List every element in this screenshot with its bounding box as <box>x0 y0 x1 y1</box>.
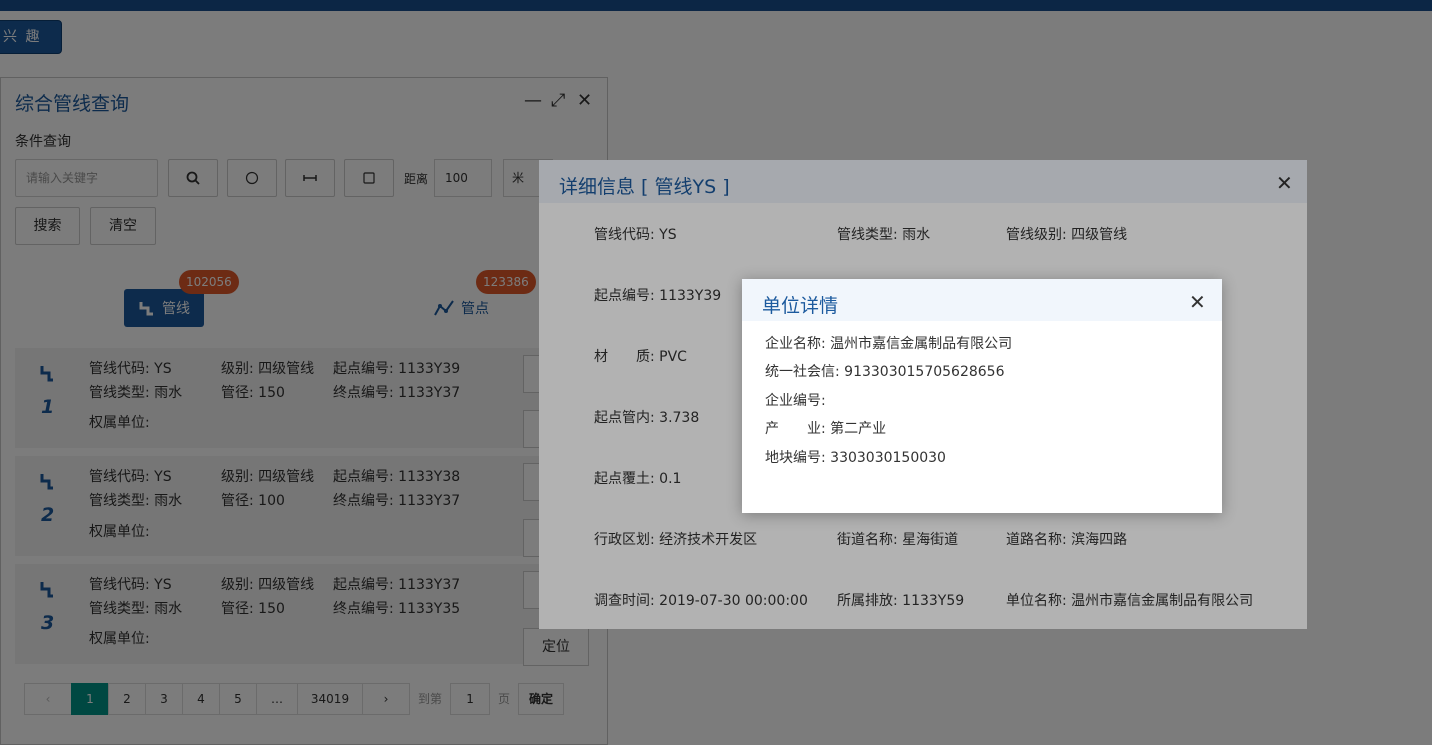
parcel-number: 地块编号: 3303030150030 <box>765 450 946 466</box>
credit-code: 统一社会信: 913303015705628656 <box>765 364 1005 380</box>
unit-detail-title: 单位详情 <box>762 295 839 317</box>
close-icon[interactable]: ✕ <box>1189 292 1206 312</box>
unit-detail-dialog: 单位详情 ✕ 企业名称: 温州市嘉信金属制品有限公司 统一社会信: 913303… <box>742 279 1222 513</box>
company-name: 企业名称: 温州市嘉信金属制品有限公司 <box>765 336 1013 352</box>
company-number: 企业编号: <box>765 393 826 409</box>
industry: 产 业: 第二产业 <box>765 421 887 437</box>
